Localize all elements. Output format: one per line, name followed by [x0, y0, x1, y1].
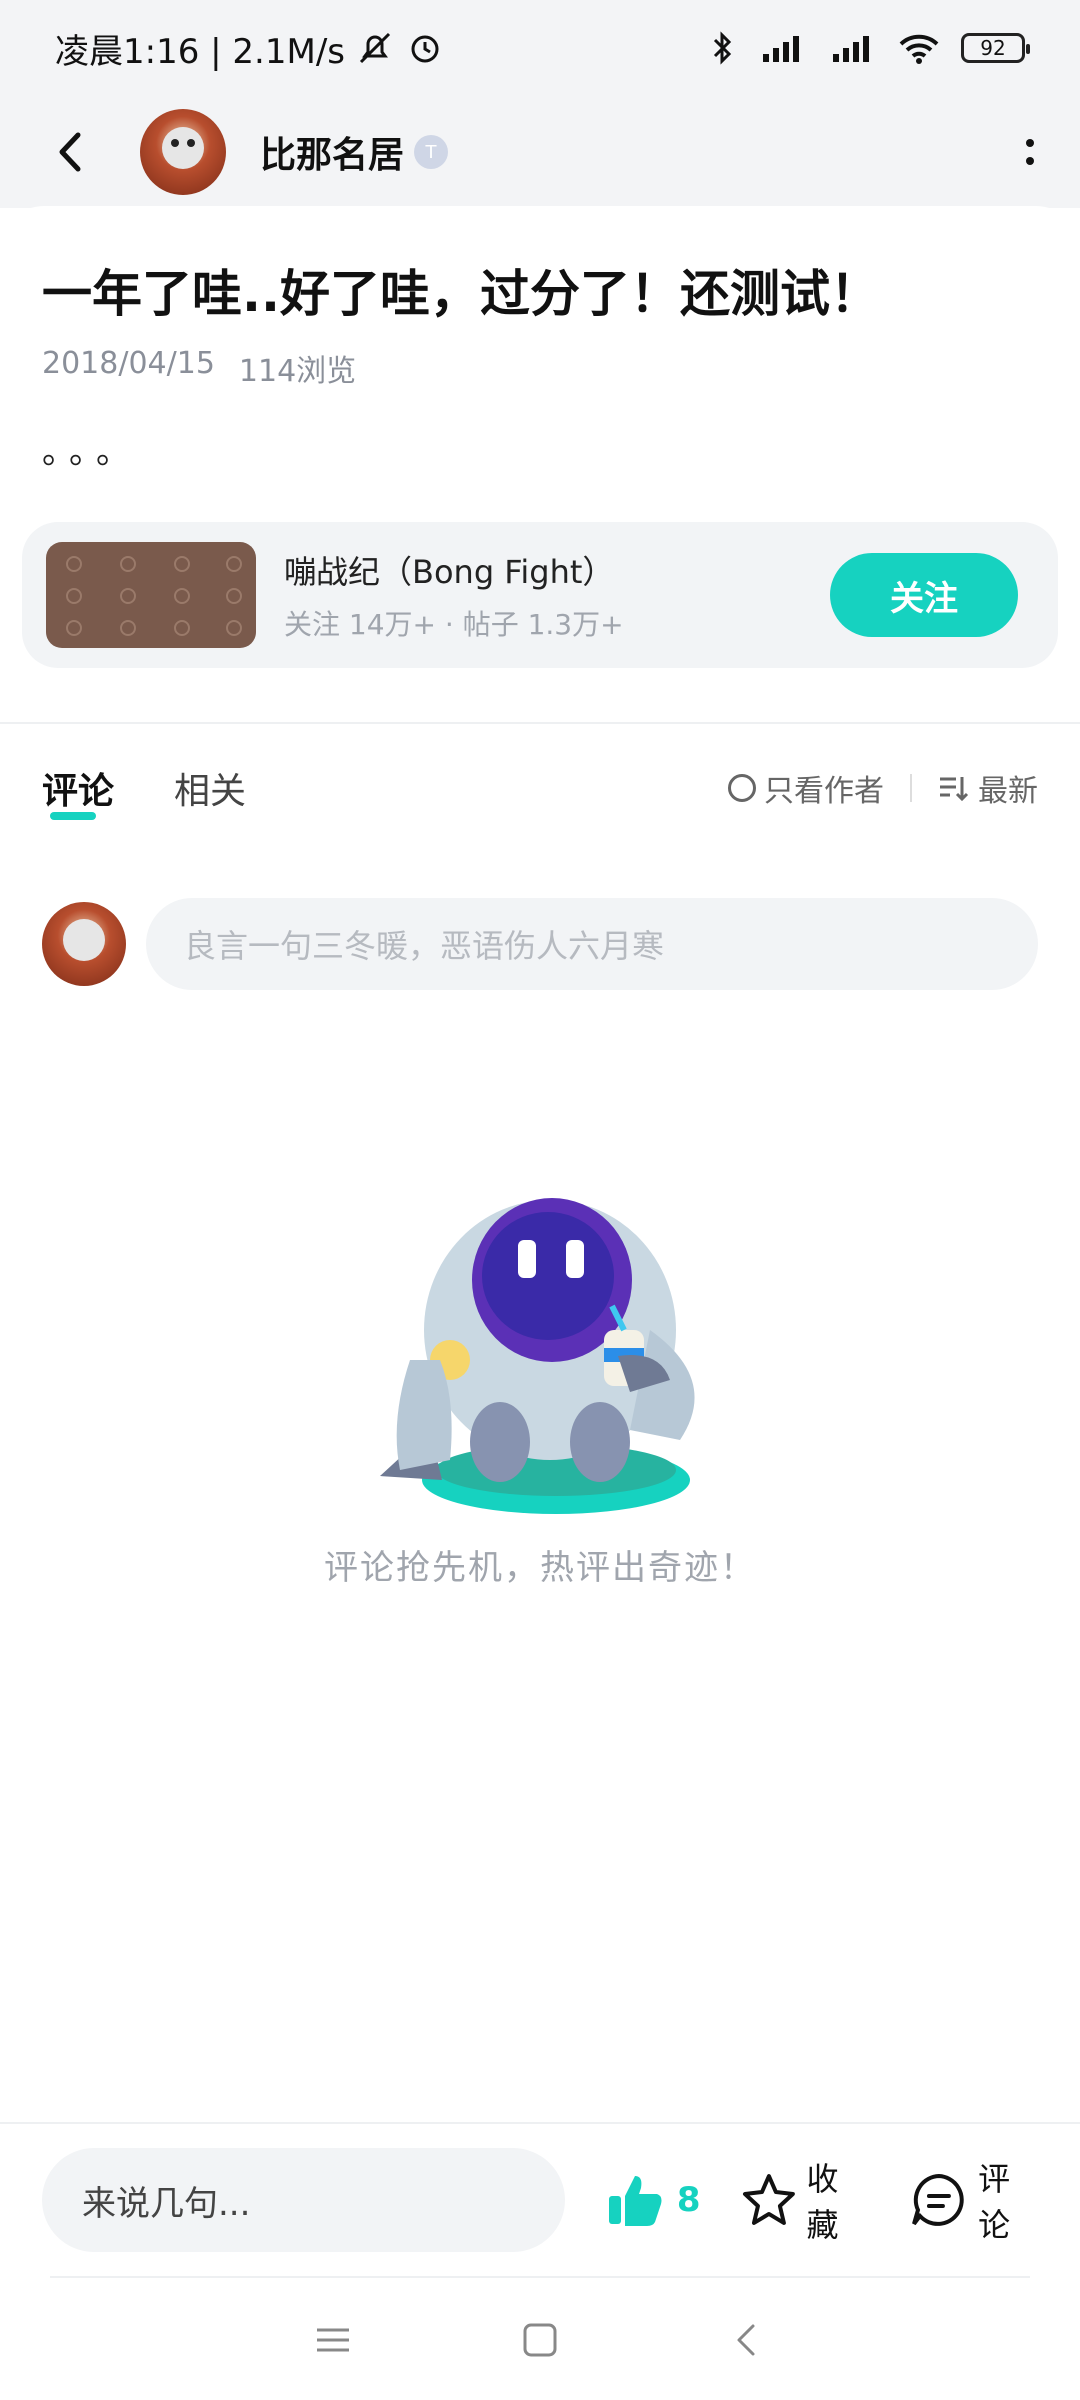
- mute-bell-icon: [359, 32, 391, 64]
- comment-tabs: 评论 相关 只看作者 最新: [0, 748, 1080, 828]
- bottom-action-bar: 来说几句... 8 收藏 评论: [42, 2148, 1042, 2252]
- back-triangle-icon: [737, 2324, 755, 2356]
- filter-separator: [910, 774, 912, 802]
- system-navigation-bar: [0, 2300, 1080, 2380]
- home-button[interactable]: [510, 2310, 570, 2370]
- wifi-icon: [899, 34, 939, 64]
- like-count: 8: [676, 2180, 701, 2220]
- game-name: 嘣战纪（Bong Fight）: [284, 553, 615, 591]
- tab-comments[interactable]: 评论: [42, 762, 114, 820]
- author-only-label[interactable]: 只看作者: [764, 766, 884, 810]
- favorite-label: 收藏: [806, 2160, 839, 2244]
- menu-button[interactable]: [303, 2310, 363, 2370]
- post-date: 2018/04/15: [42, 346, 215, 381]
- nav-divider: [50, 2276, 1030, 2278]
- more-options-button[interactable]: [1026, 139, 1034, 165]
- signal-hd-icon: [763, 36, 799, 62]
- comment-input[interactable]: 良言一句三冬暖，恶语伤人六月寒: [146, 898, 1038, 990]
- badge-text: T: [425, 141, 437, 163]
- sort-icon[interactable]: [938, 773, 970, 803]
- author-only-radio-icon[interactable]: [728, 774, 756, 802]
- comment-input-row: 良言一句三冬暖，恶语伤人六月寒: [42, 898, 1038, 990]
- back-button[interactable]: [40, 122, 100, 182]
- author-name[interactable]: 比那名居: [260, 126, 404, 178]
- thumbs-up-icon: [608, 2176, 662, 2226]
- battery-level: 92: [980, 36, 1006, 60]
- status-bar: 凌晨1:16 | 2.1M/s 92: [0, 0, 1080, 96]
- game-stats: 关注 14万+ · 帖子 1.3万+: [284, 608, 624, 641]
- post-views: 114浏览: [238, 354, 357, 389]
- favorite-button[interactable]: 收藏: [739, 2154, 871, 2246]
- sort-label[interactable]: 最新: [978, 766, 1038, 810]
- chevron-left-icon: [59, 132, 81, 172]
- quick-comment-input[interactable]: 来说几句...: [42, 2148, 565, 2252]
- tab-related[interactable]: 相关: [174, 762, 246, 814]
- comment-label: 评论: [978, 2160, 1011, 2244]
- signal-hd-icon-2: [833, 36, 869, 62]
- bluetooth-icon: [713, 31, 732, 65]
- post-title: 一年了哇..好了哇，过分了！还测试！: [42, 265, 880, 323]
- bottom-divider: [0, 2122, 1080, 2124]
- post-meta: 2018/04/15 114浏览: [42, 346, 356, 390]
- game-info: 嘣战纪（Bong Fight） 关注 14万+ · 帖子 1.3万+: [284, 547, 624, 643]
- alarm-icon: [411, 35, 439, 63]
- comment-button[interactable]: 评论: [908, 2154, 1042, 2246]
- follow-button[interactable]: 关注: [830, 553, 1018, 637]
- level-badge-icon: T: [414, 135, 449, 169]
- menu-icon: [317, 2328, 350, 2352]
- system-back-button[interactable]: [717, 2310, 777, 2370]
- section-divider: [0, 722, 1080, 724]
- post-content: 。。。: [42, 432, 140, 472]
- comment-bubble-icon: [912, 2174, 965, 2226]
- current-user-avatar: [42, 902, 126, 986]
- home-square-icon: [523, 2323, 557, 2357]
- game-icon: [46, 542, 256, 648]
- empty-comments-text: 评论抢先机，热评出奇迹！: [324, 1548, 756, 1588]
- robot-mascot-illustration: [380, 1198, 695, 1514]
- author-avatar[interactable]: [140, 109, 226, 195]
- tab-filters: 只看作者 最新: [728, 766, 1038, 810]
- post-header: 比那名居 T: [0, 96, 1080, 208]
- like-button[interactable]: 8: [605, 2170, 701, 2230]
- game-card[interactable]: 嘣战纪（Bong Fight） 关注 14万+ · 帖子 1.3万+ 关注: [22, 522, 1058, 668]
- status-time-speed: 凌晨1:16 | 2.1M/s: [55, 31, 345, 72]
- star-icon: [742, 2174, 795, 2225]
- post-card: 一年了哇..好了哇，过分了！还测试！ 2018/04/15 114浏览 。。。 …: [0, 206, 1080, 726]
- battery-indicator: 92: [961, 33, 1030, 63]
